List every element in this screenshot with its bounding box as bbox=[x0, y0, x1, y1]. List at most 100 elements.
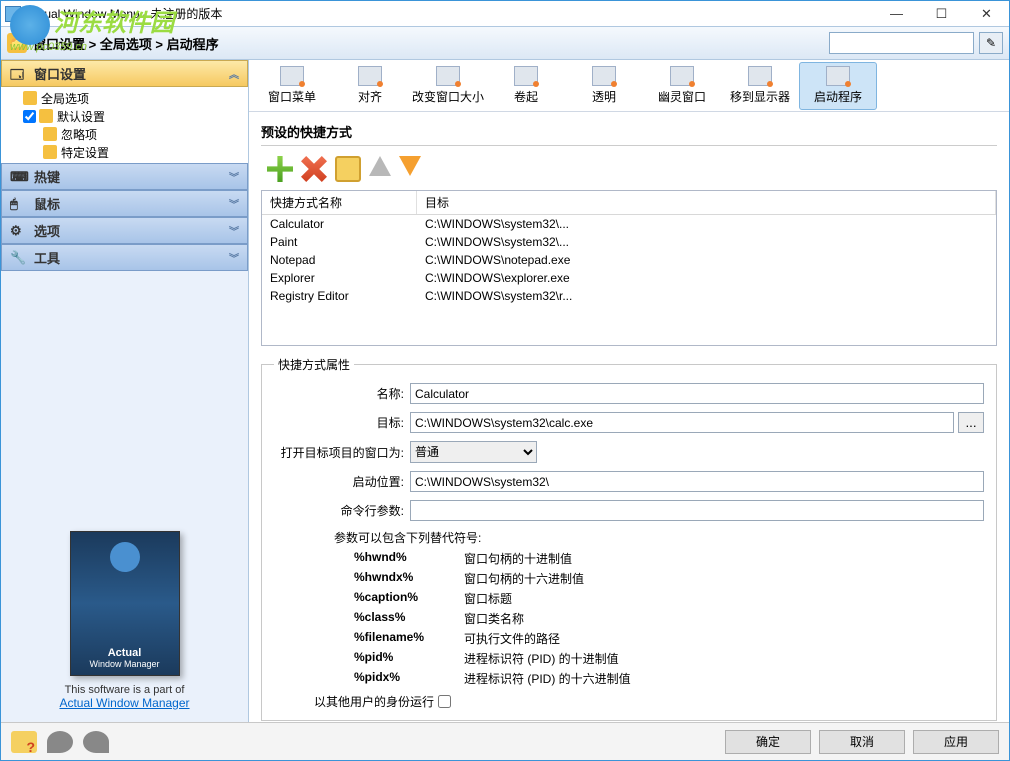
breadcrumb: 窗口设置 > 全局选项 > 启动程序 bbox=[33, 34, 829, 53]
sidebar-section-options[interactable]: ⚙ 选项 ︾ bbox=[1, 217, 248, 244]
runas-checkbox[interactable] bbox=[438, 695, 451, 708]
name-input[interactable] bbox=[410, 383, 984, 404]
redo-button[interactable] bbox=[83, 731, 109, 753]
product-box-image: Actual Window Manager bbox=[70, 531, 180, 676]
folder-icon bbox=[23, 91, 37, 105]
list-row[interactable]: CalculatorC:\WINDOWS\system32\... bbox=[262, 215, 996, 233]
menu-icon bbox=[280, 66, 304, 86]
open-select[interactable]: 普通 bbox=[410, 441, 537, 463]
properties-fieldset: 快捷方式属性 名称: 目标: ... 打开目标项目的窗口为: 普通 bbox=[261, 356, 997, 721]
list-row[interactable]: PaintC:\WINDOWS\system32\... bbox=[262, 233, 996, 251]
list-row[interactable]: Registry EditorC:\WINDOWS\system32\r... bbox=[262, 287, 996, 305]
tb-launch[interactable]: 启动程序 bbox=[799, 62, 877, 110]
search-input[interactable] bbox=[829, 32, 974, 54]
rollup-icon bbox=[514, 66, 538, 86]
tb-move-monitor[interactable]: 移到显示器 bbox=[721, 62, 799, 110]
tb-resize[interactable]: 改变窗口大小 bbox=[409, 62, 487, 110]
search-button[interactable]: ✎ bbox=[979, 32, 1003, 54]
tree-item-ignore[interactable]: 忽略项 bbox=[5, 125, 244, 143]
align-icon bbox=[358, 66, 382, 86]
apply-button[interactable]: 应用 bbox=[913, 730, 999, 754]
ghost-icon bbox=[670, 66, 694, 86]
col-name-header[interactable]: 快捷方式名称 bbox=[262, 191, 417, 214]
tb-rollup[interactable]: 卷起 bbox=[487, 62, 565, 110]
shortcut-list: 快捷方式名称 目标 CalculatorC:\WINDOWS\system32\… bbox=[261, 190, 997, 346]
delete-button[interactable] bbox=[301, 156, 327, 182]
app-icon bbox=[5, 6, 21, 22]
add-button[interactable] bbox=[267, 156, 293, 182]
close-button[interactable]: ✕ bbox=[964, 1, 1009, 26]
folder-icon bbox=[43, 127, 57, 141]
default-checkbox[interactable] bbox=[23, 110, 36, 123]
maximize-button[interactable]: ☐ bbox=[919, 1, 964, 26]
name-label: 名称: bbox=[274, 385, 404, 402]
chevron-down-icon: ︾ bbox=[229, 250, 239, 265]
browse-button[interactable]: ... bbox=[958, 412, 984, 433]
folder-icon bbox=[39, 109, 53, 123]
titlebar: Actual Window Menu - 未注册的版本 ― ☐ ✕ bbox=[1, 1, 1009, 26]
sidebar-section-hotkeys[interactable]: ⌨ 热键 ︾ bbox=[1, 163, 248, 190]
list-header: 快捷方式名称 目标 bbox=[262, 191, 996, 215]
chevron-up-icon: ︽ bbox=[229, 66, 239, 81]
tb-ghost[interactable]: 幽灵窗口 bbox=[643, 62, 721, 110]
sidebar-section-tools[interactable]: 🔧 工具 ︾ bbox=[1, 244, 248, 271]
param-row: %caption%窗口标题 bbox=[354, 590, 984, 607]
toolbar: 窗口菜单 对齐 改变窗口大小 卷起 透明 幽灵窗口 移到显示器 启动程序 bbox=[249, 60, 1009, 112]
ok-button[interactable]: 确定 bbox=[725, 730, 811, 754]
target-label: 目标: bbox=[274, 414, 404, 431]
bottom-bar: 确定 取消 应用 bbox=[1, 722, 1009, 760]
startin-input[interactable] bbox=[410, 471, 984, 492]
help-button[interactable] bbox=[11, 731, 37, 753]
tb-window-menu[interactable]: 窗口菜单 bbox=[253, 62, 331, 110]
param-help-title: 参数可以包含下列替代符号: bbox=[334, 529, 984, 546]
tb-transparent[interactable]: 透明 bbox=[565, 62, 643, 110]
keyboard-icon: ⌨ bbox=[10, 169, 28, 185]
window-title: Actual Window Menu - 未注册的版本 bbox=[27, 5, 222, 22]
promo-text: This software is a part of bbox=[13, 684, 236, 696]
breadcrumb-icon: 📁 bbox=[7, 33, 27, 53]
sidebar-section-window[interactable]: 🗔 窗口设置 ︽ bbox=[1, 60, 248, 87]
tools-icon: 🔧 bbox=[10, 250, 28, 266]
param-row: %pid%进程标识符 (PID) 的十进制值 bbox=[354, 650, 984, 667]
tb-align[interactable]: 对齐 bbox=[331, 62, 409, 110]
param-row: %class%窗口类名称 bbox=[354, 610, 984, 627]
undo-button[interactable] bbox=[47, 731, 73, 753]
resize-icon bbox=[436, 66, 460, 86]
param-row: %hwnd%窗口句柄的十进制值 bbox=[354, 550, 984, 567]
minimize-button[interactable]: ― bbox=[874, 1, 919, 26]
cancel-button[interactable]: 取消 bbox=[819, 730, 905, 754]
properties-legend: 快捷方式属性 bbox=[274, 356, 354, 373]
list-row[interactable]: ExplorerC:\WINDOWS\explorer.exe bbox=[262, 269, 996, 287]
target-input[interactable] bbox=[410, 412, 954, 433]
col-target-header[interactable]: 目标 bbox=[417, 191, 996, 214]
param-row: %pidx%进程标识符 (PID) 的十六进制值 bbox=[354, 670, 984, 687]
startin-label: 启动位置: bbox=[274, 473, 404, 490]
section-title: 预设的快捷方式 bbox=[261, 118, 997, 146]
args-input[interactable] bbox=[410, 500, 984, 521]
list-row[interactable]: NotepadC:\WINDOWS\notepad.exe bbox=[262, 251, 996, 269]
transparent-icon bbox=[592, 66, 616, 86]
move-up-button[interactable] bbox=[369, 156, 391, 176]
gear-icon: ⚙ bbox=[10, 223, 28, 239]
folder-icon bbox=[43, 145, 57, 159]
move-down-button[interactable] bbox=[399, 156, 421, 176]
window-icon: 🗔 bbox=[10, 66, 28, 82]
open-label: 打开目标项目的窗口为: bbox=[274, 444, 404, 461]
tree-item-default[interactable]: 默认设置 bbox=[5, 107, 244, 125]
tree-item-global[interactable]: 全局选项 bbox=[5, 89, 244, 107]
chevron-down-icon: ︾ bbox=[229, 223, 239, 238]
tree-item-specific[interactable]: 特定设置 bbox=[5, 143, 244, 161]
mouse-icon: 🖱 bbox=[10, 196, 28, 212]
sidebar-section-mouse[interactable]: 🖱 鼠标 ︾ bbox=[1, 190, 248, 217]
param-row: %hwndx%窗口句柄的十六进制值 bbox=[354, 570, 984, 587]
monitor-icon bbox=[748, 66, 772, 86]
runas-label: 以其他用户的身份运行 bbox=[314, 693, 434, 710]
tree: 全局选项 默认设置 忽略项 特定设置 bbox=[1, 87, 248, 163]
chevron-down-icon: ︾ bbox=[229, 169, 239, 184]
sidebar: 🗔 窗口设置 ︽ 全局选项 默认设置 忽略项 bbox=[1, 60, 249, 722]
breadcrumb-bar: 📁 窗口设置 > 全局选项 > 启动程序 ✎ bbox=[1, 26, 1009, 60]
copy-button[interactable] bbox=[335, 156, 361, 182]
promo-link[interactable]: Actual Window Manager bbox=[59, 696, 189, 710]
content-area[interactable]: 预设的快捷方式 快捷方式名称 目标 CalculatorC:\WINDOWS\s… bbox=[249, 112, 1009, 722]
promo-panel: Actual Window Manager This software is a… bbox=[1, 519, 248, 722]
